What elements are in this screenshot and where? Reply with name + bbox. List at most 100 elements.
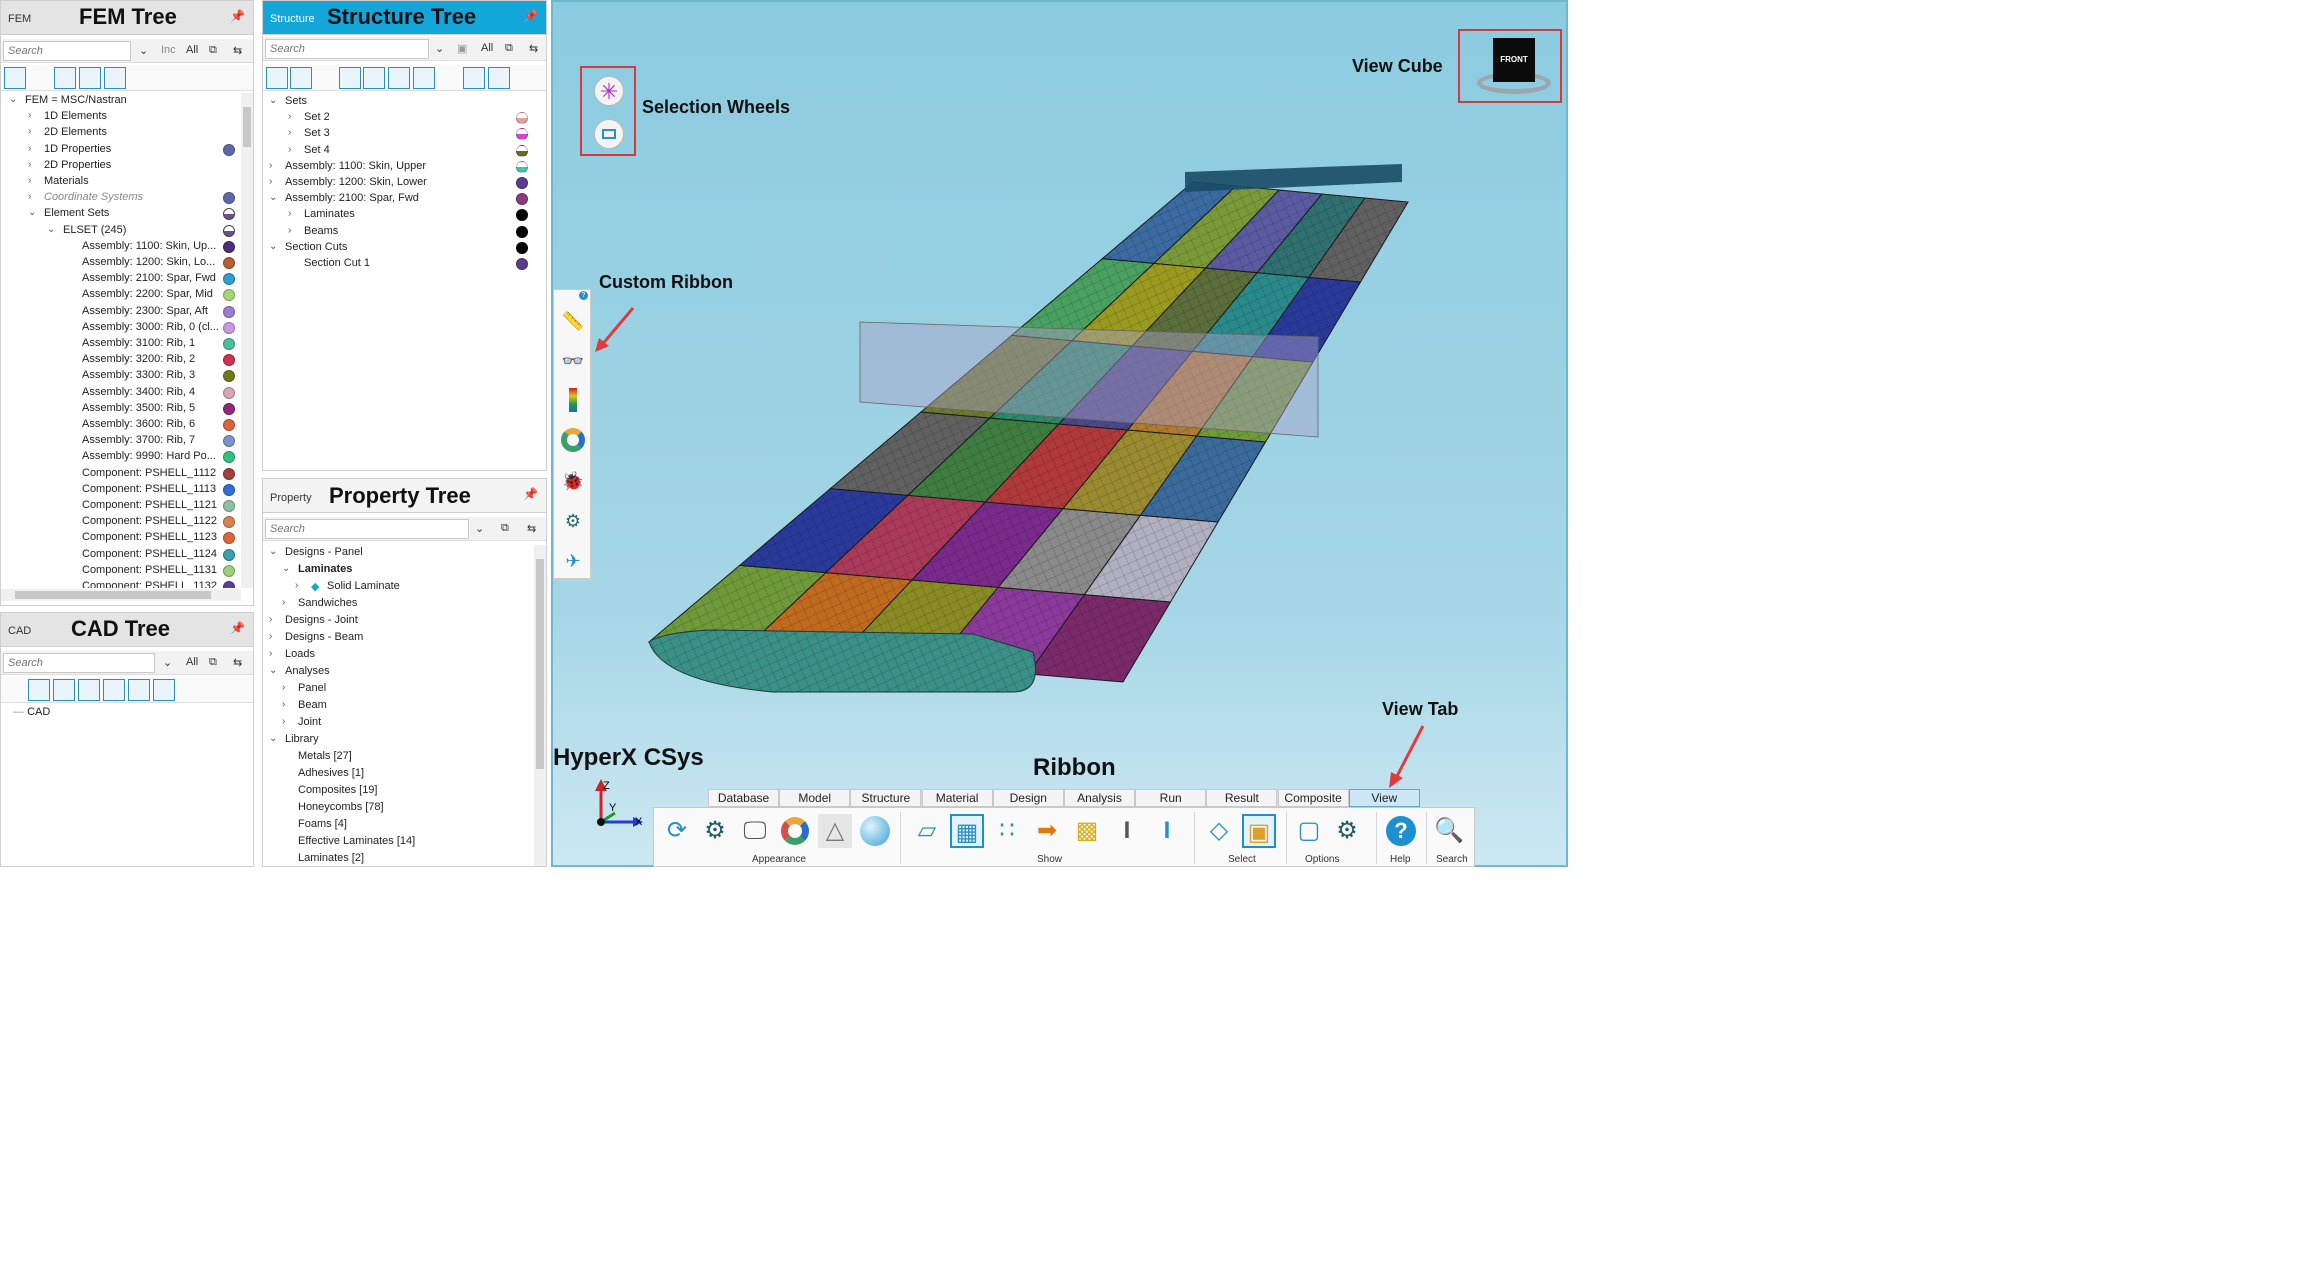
help-icon[interactable]: ?: [1384, 814, 1418, 848]
structure-tree-row[interactable]: › Set 4: [263, 143, 546, 159]
cad-part-icon[interactable]: [4, 679, 26, 701]
color-swatch[interactable]: [223, 273, 235, 286]
chevron-right-icon[interactable]: ›: [288, 127, 291, 138]
chevron-right-icon[interactable]: ›: [28, 159, 31, 170]
options-gear-icon[interactable]: ⚙: [1330, 814, 1364, 848]
color-swatch[interactable]: [223, 208, 235, 221]
color-swatch[interactable]: [223, 500, 235, 512]
view-cube[interactable]: FRONT: [1473, 34, 1553, 100]
section-cut-icon[interactable]: [463, 67, 485, 89]
property-tree-row[interactable]: Metals [27]: [263, 749, 546, 765]
property-tree-row[interactable]: › Joint: [263, 715, 546, 731]
color-swatch[interactable]: [223, 224, 235, 237]
fem-inc-toggle[interactable]: Inc: [161, 44, 176, 56]
color-legend-icon[interactable]: [560, 388, 586, 414]
curve-icon[interactable]: [78, 679, 100, 701]
fem-all-toggle[interactable]: All: [186, 44, 198, 56]
property-tree-row[interactable]: › Loads: [263, 647, 546, 663]
collapse-icon[interactable]: ⧉: [505, 42, 513, 55]
color-swatch[interactable]: [223, 257, 235, 269]
property-tree-row[interactable]: ⌄ Analyses: [263, 664, 546, 680]
chevron-right-icon[interactable]: ›: [269, 160, 272, 171]
point-icon[interactable]: [103, 679, 125, 701]
color-wheel-icon[interactable]: [778, 814, 812, 848]
chevron-right-icon[interactable]: ›: [288, 144, 291, 155]
sandwich-icon[interactable]: [314, 67, 336, 89]
node-tool-icon[interactable]: [4, 67, 26, 89]
chevron-right-icon[interactable]: ›: [28, 143, 31, 154]
property-search-input[interactable]: [265, 519, 469, 539]
structure-tree-row[interactable]: ⌄ Section Cuts: [263, 240, 546, 256]
ibeam-icon[interactable]: I: [1110, 814, 1144, 848]
orange-arrow-icon[interactable]: ➡: [1030, 814, 1064, 848]
options-cursor-icon[interactable]: ▢: [1292, 814, 1326, 848]
ibeam-icon[interactable]: [388, 67, 410, 89]
fem-tree-row[interactable]: › Materials: [1, 174, 253, 190]
fem-tree-row[interactable]: Assembly: 3600: Rib, 6: [1, 417, 253, 433]
solid-tool-icon[interactable]: [104, 67, 126, 89]
fem-tree-row[interactable]: Component: PSHELL_1122: [1, 514, 253, 530]
property-scrollbar[interactable]: [534, 545, 546, 866]
csys-tool-icon[interactable]: [129, 67, 151, 89]
bug-icon[interactable]: 🐞: [560, 468, 586, 494]
cbeam-icon[interactable]: I: [1150, 814, 1184, 848]
color-swatch[interactable]: [516, 177, 528, 189]
pin-icon[interactable]: 📌: [523, 487, 538, 501]
property-tree-row[interactable]: Effective Laminates [14]: [263, 834, 546, 850]
property-tree-row[interactable]: › Designs - Beam: [263, 630, 546, 646]
chevron-down-icon[interactable]: ⌄: [282, 563, 290, 574]
sync-icon[interactable]: ⇆: [233, 656, 242, 669]
chevron-right-icon[interactable]: ›: [282, 682, 285, 693]
graphics-viewport[interactable]: FRONT View Cube ✳ Selection Wheels Custo…: [551, 0, 1568, 867]
fem-tree-row[interactable]: Assembly: 3500: Rib, 5: [1, 401, 253, 417]
chevron-down-icon[interactable]: ⌄: [139, 44, 148, 57]
property-tree-row[interactable]: Adhesives [1]: [263, 766, 546, 782]
fem-hscrollbar[interactable]: [1, 589, 241, 601]
fem-tree-row[interactable]: Assembly: 3000: Rib, 0 (cl...: [1, 320, 253, 336]
fem-tree-row[interactable]: Assembly: 3400: Rib, 4: [1, 385, 253, 401]
fem-tree-row[interactable]: Assembly: 2300: Spar, Aft: [1, 304, 253, 320]
fem-tree-row[interactable]: Component: PSHELL_1132: [1, 579, 253, 588]
chevron-down-icon[interactable]: ⌄: [9, 94, 17, 105]
structure-tree-row[interactable]: ⌄ Assembly: 2100: Spar, Fwd: [263, 191, 546, 207]
plate-icon[interactable]: [363, 67, 385, 89]
color-swatch[interactable]: [223, 435, 235, 448]
yellow-checker-icon[interactable]: ▩: [1070, 814, 1104, 848]
rotate-icon[interactable]: ⟳: [660, 814, 694, 848]
fem-search-input[interactable]: [3, 41, 131, 61]
chevron-right-icon[interactable]: ›: [28, 175, 31, 186]
color-swatch[interactable]: [516, 193, 528, 206]
color-swatch[interactable]: [223, 354, 235, 367]
chevron-down-icon[interactable]: ⌄: [475, 522, 484, 535]
structure-search-input[interactable]: [265, 39, 429, 59]
structure-all-toggle[interactable]: All: [481, 42, 493, 54]
color-swatch[interactable]: [223, 516, 235, 529]
color-swatch[interactable]: [516, 112, 528, 125]
fem-tree-row[interactable]: Assembly: 1100: Skin, Up...: [1, 239, 253, 255]
chevron-right-icon[interactable]: ›: [282, 716, 285, 727]
property-tree-row[interactable]: Composites [19]: [263, 783, 546, 799]
fem-tree-row[interactable]: Assembly: 3100: Rib, 1: [1, 336, 253, 352]
glasses-icon[interactable]: 👓: [560, 348, 586, 374]
chevron-right-icon[interactable]: ›: [28, 126, 31, 137]
structure-tree-row[interactable]: › Set 2: [263, 110, 546, 126]
property-tree-row[interactable]: Foams [4]: [263, 817, 546, 833]
chevron-right-icon[interactable]: ›: [288, 225, 291, 236]
ruler-play-icon[interactable]: 📏: [560, 308, 586, 334]
shell-tool-icon[interactable]: [79, 67, 101, 89]
chevron-right-icon[interactable]: ›: [269, 648, 272, 659]
add-folder-icon[interactable]: [226, 679, 248, 701]
color-swatch[interactable]: [223, 483, 235, 496]
chevron-down-icon[interactable]: ⌄: [269, 192, 277, 203]
solid-body-icon[interactable]: [28, 679, 50, 701]
fem-tree-row[interactable]: Assembly: 3300: Rib, 3: [1, 368, 253, 384]
node-grid-icon[interactable]: ∷: [990, 814, 1024, 848]
property-tree-row[interactable]: ⌄ Laminates: [263, 562, 546, 578]
structure-tree-row[interactable]: › Assembly: 1100: Skin, Upper: [263, 159, 546, 175]
collapse-icon[interactable]: ⧉: [501, 522, 509, 535]
tab-material[interactable]: Material: [921, 789, 993, 807]
box-icon[interactable]: [413, 67, 435, 89]
fem-tree-row[interactable]: Component: PSHELL_1112: [1, 466, 253, 482]
property-tree-row[interactable]: Honeycombs [78]: [263, 800, 546, 816]
color-swatch[interactable]: [223, 143, 235, 156]
